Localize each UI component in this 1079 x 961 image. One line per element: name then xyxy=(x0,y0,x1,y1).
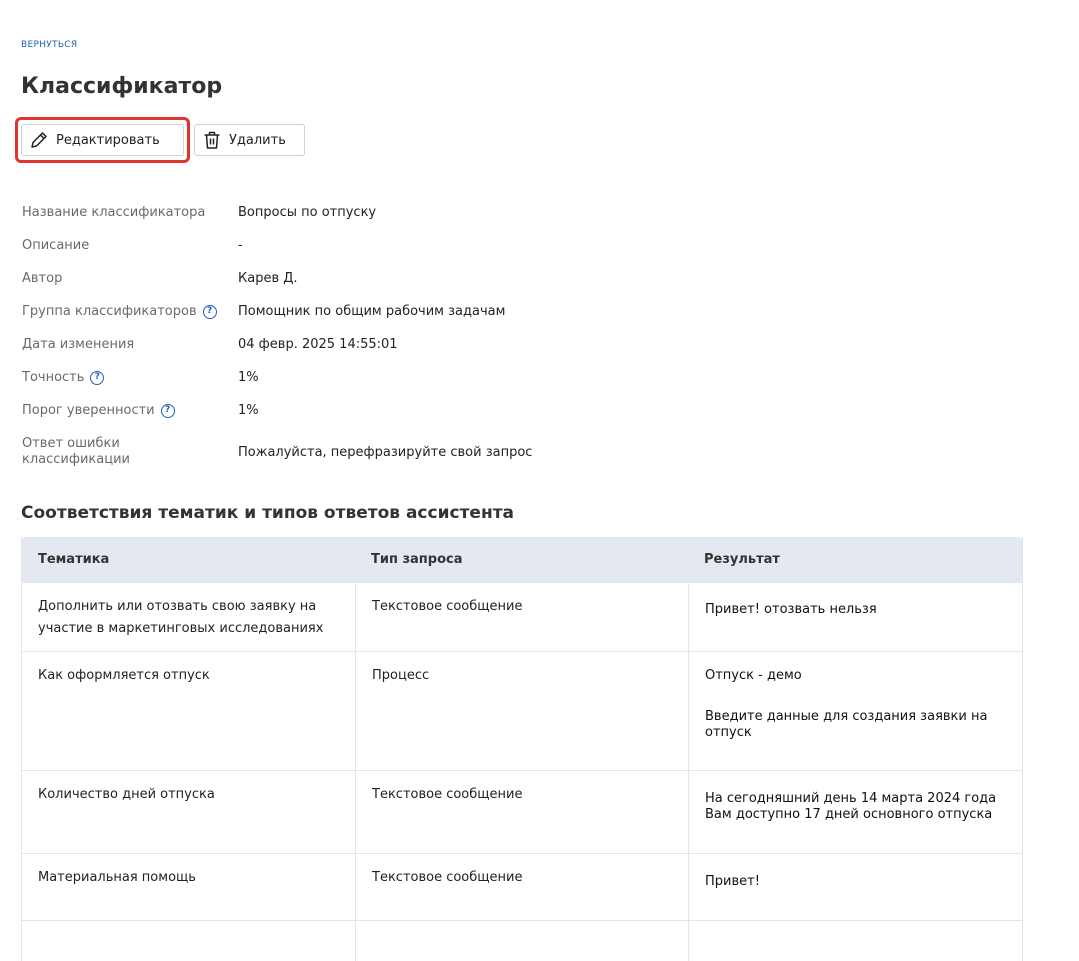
property-row-author: Автор Карев Д. xyxy=(22,262,722,295)
topic-cell: Дополнить или отозвать свою заявку на уч… xyxy=(38,599,324,636)
back-link[interactable]: ВЕРНУТЬСЯ xyxy=(21,40,77,50)
result-cell xyxy=(688,921,1021,961)
column-header-result: Результат xyxy=(704,552,780,567)
section-title: Соответствия тематик и типов ответов асс… xyxy=(21,503,515,523)
result-text: Введите данные для создания заявки на от… xyxy=(705,709,988,740)
table-row[interactable]: Материальная помощь Текстовое сообщение … xyxy=(22,854,1022,921)
result-cell: На сегодняшний день 14 марта 2024 года В… xyxy=(688,771,1021,853)
trash-icon xyxy=(201,129,223,151)
edit-button-label: Редактировать xyxy=(56,132,160,148)
topic-cell: Количество дней отпуска xyxy=(38,787,215,802)
result-text: На сегодняшний день 14 марта 2024 года В… xyxy=(705,791,997,822)
question-circle-icon[interactable]: ? xyxy=(202,304,217,319)
property-label-text: Дата изменения xyxy=(22,336,135,352)
edit-button[interactable]: Редактировать xyxy=(21,124,184,156)
property-label-text: Порог уверенности xyxy=(22,402,155,418)
property-row-name: Название классификатора Вопросы по отпус… xyxy=(22,196,722,229)
question-circle-icon[interactable]: ? xyxy=(90,370,105,385)
result-text: Привет! отозвать нельзя xyxy=(705,602,877,617)
property-label: Ответ ошибки классификации xyxy=(22,436,238,468)
pencil-icon xyxy=(28,129,50,151)
property-value: Карев Д. xyxy=(238,271,298,286)
mapping-table: Тематика Тип запроса Результат Дополнить… xyxy=(21,537,1023,961)
property-label-text: Группа классификаторов xyxy=(22,303,197,319)
table-header: Тематика Тип запроса Результат xyxy=(22,537,1022,583)
type-cell: Текстовое сообщение xyxy=(355,771,688,853)
type-cell: Процесс xyxy=(355,652,688,770)
result-cell: Отпуск - демо Введите данные для создани… xyxy=(688,652,1021,770)
property-label-text: Автор xyxy=(22,270,63,286)
page-title: Классификатор xyxy=(21,74,223,99)
property-row-modified: Дата изменения 04 февр. 2025 14:55:01 xyxy=(22,328,722,361)
property-row-description: Описание - xyxy=(22,229,722,262)
table-row[interactable] xyxy=(22,921,1022,961)
property-value: 04 февр. 2025 14:55:01 xyxy=(238,337,398,352)
type-cell: Текстовое сообщение xyxy=(355,854,688,920)
property-label-text: Название классификатора xyxy=(22,204,206,220)
topic-cell: Как оформляется отпуск xyxy=(38,668,210,683)
topic-cell xyxy=(22,921,355,961)
property-label-line: Ответ ошибки xyxy=(22,436,120,451)
property-value: - xyxy=(238,238,243,253)
property-row-threshold: Порог уверенности? 1% xyxy=(22,394,722,427)
property-label: Описание xyxy=(22,238,238,254)
type-cell xyxy=(355,921,688,961)
property-row-group: Группа классификаторов? Помощник по общи… xyxy=(22,295,722,328)
table-row[interactable]: Как оформляется отпуск Процесс Отпуск - … xyxy=(22,652,1022,771)
property-label: Группа классификаторов? xyxy=(22,304,238,320)
property-label: Точность? xyxy=(22,370,238,386)
table-row[interactable]: Дополнить или отозвать свою заявку на уч… xyxy=(22,583,1022,652)
property-value: Пожалуйста, перефразируйте свой запрос xyxy=(238,444,533,460)
table-row[interactable]: Количество дней отпуска Текстовое сообще… xyxy=(22,771,1022,854)
toolbar: Редактировать Удалить xyxy=(21,124,305,156)
property-value: Вопросы по отпуску xyxy=(238,205,377,220)
property-label-text: Ответ ошибки классификации xyxy=(22,436,130,468)
result-text: Отпуск - демо xyxy=(705,668,802,683)
column-header-topic: Тематика xyxy=(38,552,110,567)
type-cell: Текстовое сообщение xyxy=(355,583,688,651)
property-label-text: Точность xyxy=(22,369,85,385)
delete-button[interactable]: Удалить xyxy=(194,124,305,156)
topic-cell: Материальная помощь xyxy=(38,870,196,885)
property-row-error-answer: Ответ ошибки классификации Пожалуйста, п… xyxy=(22,427,722,477)
property-label: Автор xyxy=(22,271,238,287)
result-cell: Привет! xyxy=(688,854,1021,920)
property-label: Название классификатора xyxy=(22,205,238,221)
property-label-line: классификации xyxy=(22,452,130,467)
property-label-text: Описание xyxy=(22,237,90,253)
column-header-type: Тип запроса xyxy=(371,552,463,567)
property-value: Помощник по общим рабочим задачам xyxy=(238,304,506,319)
property-value: 1% xyxy=(238,403,259,418)
result-text: Привет! xyxy=(705,874,760,889)
properties-list: Название классификатора Вопросы по отпус… xyxy=(22,196,722,477)
result-cell: Привет! отозвать нельзя xyxy=(688,583,1021,651)
property-row-accuracy: Точность? 1% xyxy=(22,361,722,394)
property-label: Порог уверенности? xyxy=(22,403,238,419)
property-label: Дата изменения xyxy=(22,337,238,353)
delete-button-label: Удалить xyxy=(229,132,286,148)
property-value: 1% xyxy=(238,370,259,385)
question-circle-icon[interactable]: ? xyxy=(160,403,175,418)
